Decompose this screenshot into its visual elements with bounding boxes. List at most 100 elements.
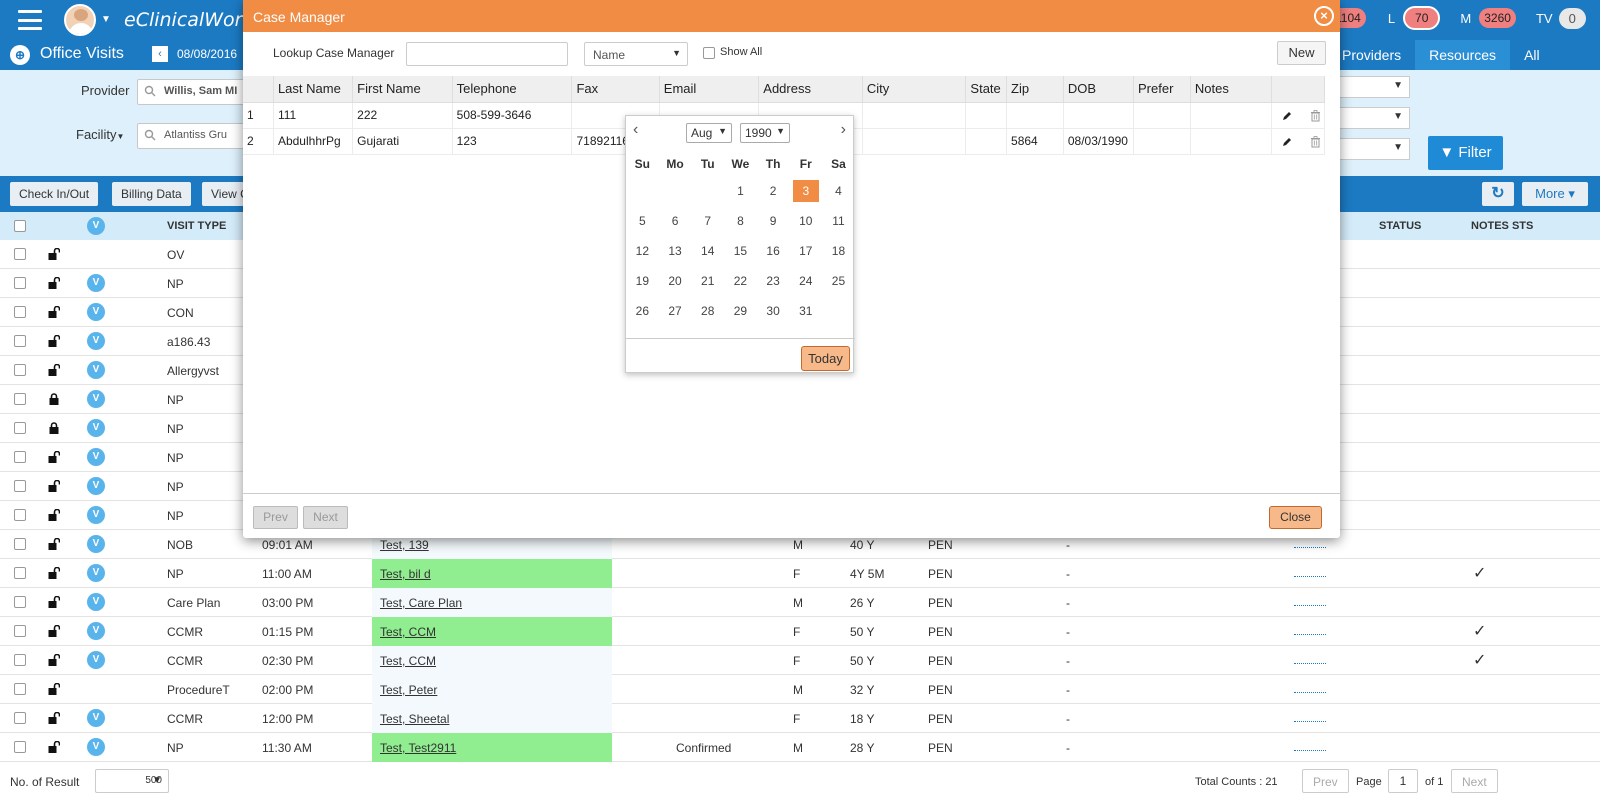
row-checkbox[interactable] [14,509,26,521]
page-input[interactable]: 1 [1388,769,1418,793]
billing-data-button[interactable]: Billing Data [112,182,191,206]
calendar-day[interactable]: 1 [724,176,757,206]
row-checkbox[interactable] [14,335,26,347]
unlock-icon[interactable] [48,509,60,521]
unlock-icon[interactable] [48,364,60,376]
v-icon[interactable]: V [87,709,105,727]
more-button[interactable]: More ▾ [1522,182,1588,206]
footer-next-button[interactable]: Next [1451,769,1498,793]
v-icon[interactable]: V [87,477,105,495]
select-all-checkbox[interactable] [14,220,26,232]
v-icon[interactable]: V [87,448,105,466]
v-icon[interactable]: V [87,535,105,553]
row-checkbox[interactable] [14,683,26,695]
calendar-day[interactable]: 11 [822,206,855,236]
calendar-day[interactable]: 22 [724,266,757,296]
unlock-icon[interactable] [48,248,60,260]
patient-name-link[interactable]: Test, Care Plan [380,596,462,610]
row-checkbox[interactable] [14,451,26,463]
date-prev-chevron-icon[interactable]: ‹ [152,46,168,62]
col-first-name-header[interactable]: First Name [352,76,453,103]
calendar-day[interactable]: 15 [724,236,757,266]
unlock-icon[interactable] [48,480,60,492]
calendar-day[interactable]: 16 [757,236,790,266]
patient-name-link[interactable]: Test, CCM [380,625,436,639]
v-icon[interactable]: V [87,303,105,321]
calendar-day[interactable]: 29 [724,296,757,326]
col-zip-header[interactable]: Zip [1006,76,1064,103]
calendar-day[interactable]: 13 [659,236,692,266]
calendar-day[interactable]: 18 [822,236,855,266]
row-checkbox[interactable] [14,422,26,434]
row-checkbox[interactable] [14,596,26,608]
search-by-select[interactable]: Name ▼ [584,42,688,66]
row-checkbox[interactable] [14,654,26,666]
facility-label[interactable]: Facility▼ [76,127,124,142]
filter-button[interactable]: ▼ Filter [1428,136,1503,170]
month-select[interactable]: Aug ▼ [686,123,732,143]
modal-close-button[interactable]: Close [1269,506,1322,529]
unlock-icon[interactable] [48,625,60,637]
unlock-icon[interactable] [48,451,60,463]
col-email-header[interactable]: Email [659,76,760,103]
col-index-header[interactable] [243,76,274,103]
notes-link[interactable] [1294,634,1326,635]
col-last-name-header[interactable]: Last Name [273,76,354,103]
table-row[interactable]: V CCMR 02:30 PM Test, CCM F 50 Y PEN - ✓ [0,646,1600,675]
calendar-day-selected[interactable]: 3 [789,176,822,206]
row-checkbox[interactable] [14,277,26,289]
col-actions-header[interactable] [1271,76,1325,103]
calendar-day[interactable]: 4 [822,176,855,206]
tab-all[interactable]: All [1510,40,1554,70]
calendar-day[interactable]: 27 [659,296,692,326]
hamburger-menu-icon[interactable] [10,8,50,32]
calendar-day[interactable]: 9 [757,206,790,236]
col-state-header[interactable]: State [965,76,1008,103]
col-dob-header[interactable]: DOB [1063,76,1135,103]
calendar-day[interactable]: 26 [626,296,659,326]
col-city-header[interactable]: City [862,76,967,103]
v-icon[interactable]: V [87,274,105,292]
col-telephone-header[interactable]: Telephone [452,76,573,103]
user-avatar[interactable] [64,4,96,36]
notes-link[interactable] [1294,692,1326,693]
calendar-day[interactable]: 28 [691,296,724,326]
calendar-day[interactable]: 23 [757,266,790,296]
calendar-day[interactable]: 21 [691,266,724,296]
row-checkbox[interactable] [14,393,26,405]
calendar-day[interactable]: 2 [757,176,790,206]
patient-name-link[interactable]: Test, bil d [380,567,431,581]
calendar-day[interactable]: 20 [659,266,692,296]
footer-prev-button[interactable]: Prev [1302,769,1349,793]
unlock-icon[interactable] [48,306,60,318]
unlock-icon[interactable] [48,596,60,608]
v-icon[interactable]: V [87,622,105,640]
unlock-icon[interactable] [48,654,60,666]
calendar-day[interactable]: 31 [789,296,822,326]
calendar-day[interactable]: 19 [626,266,659,296]
calendar-day[interactable]: 10 [789,206,822,236]
notes-link[interactable] [1294,547,1326,548]
counter-m-badge[interactable]: 3260 [1479,8,1516,28]
calendar-day[interactable]: 17 [789,236,822,266]
notes-link[interactable] [1294,663,1326,664]
row-checkbox[interactable] [14,625,26,637]
unlock-icon[interactable] [48,538,60,550]
chevron-left-icon[interactable]: ‹ [633,121,638,139]
patient-name-link[interactable]: Test, Sheetal [380,712,449,726]
trash-icon[interactable] [1310,109,1321,122]
lookup-input[interactable] [406,42,568,66]
v-icon[interactable]: V [87,651,105,669]
year-select[interactable]: 1990 ▼ [740,123,790,143]
unlock-icon[interactable] [48,683,60,695]
row-checkbox[interactable] [14,306,26,318]
v-icon[interactable]: V [87,738,105,756]
chevron-right-icon[interactable]: › [841,121,846,139]
col-address-header[interactable]: Address [758,76,863,103]
result-count-select[interactable]: 500 ▼ [95,769,169,793]
tab-resources[interactable]: Resources [1415,40,1511,70]
visit-date[interactable]: 08/08/2016 [177,47,237,61]
col-prefer-header[interactable]: Prefer [1133,76,1191,103]
pencil-icon[interactable] [1282,111,1292,121]
v-icon[interactable]: V [87,564,105,582]
